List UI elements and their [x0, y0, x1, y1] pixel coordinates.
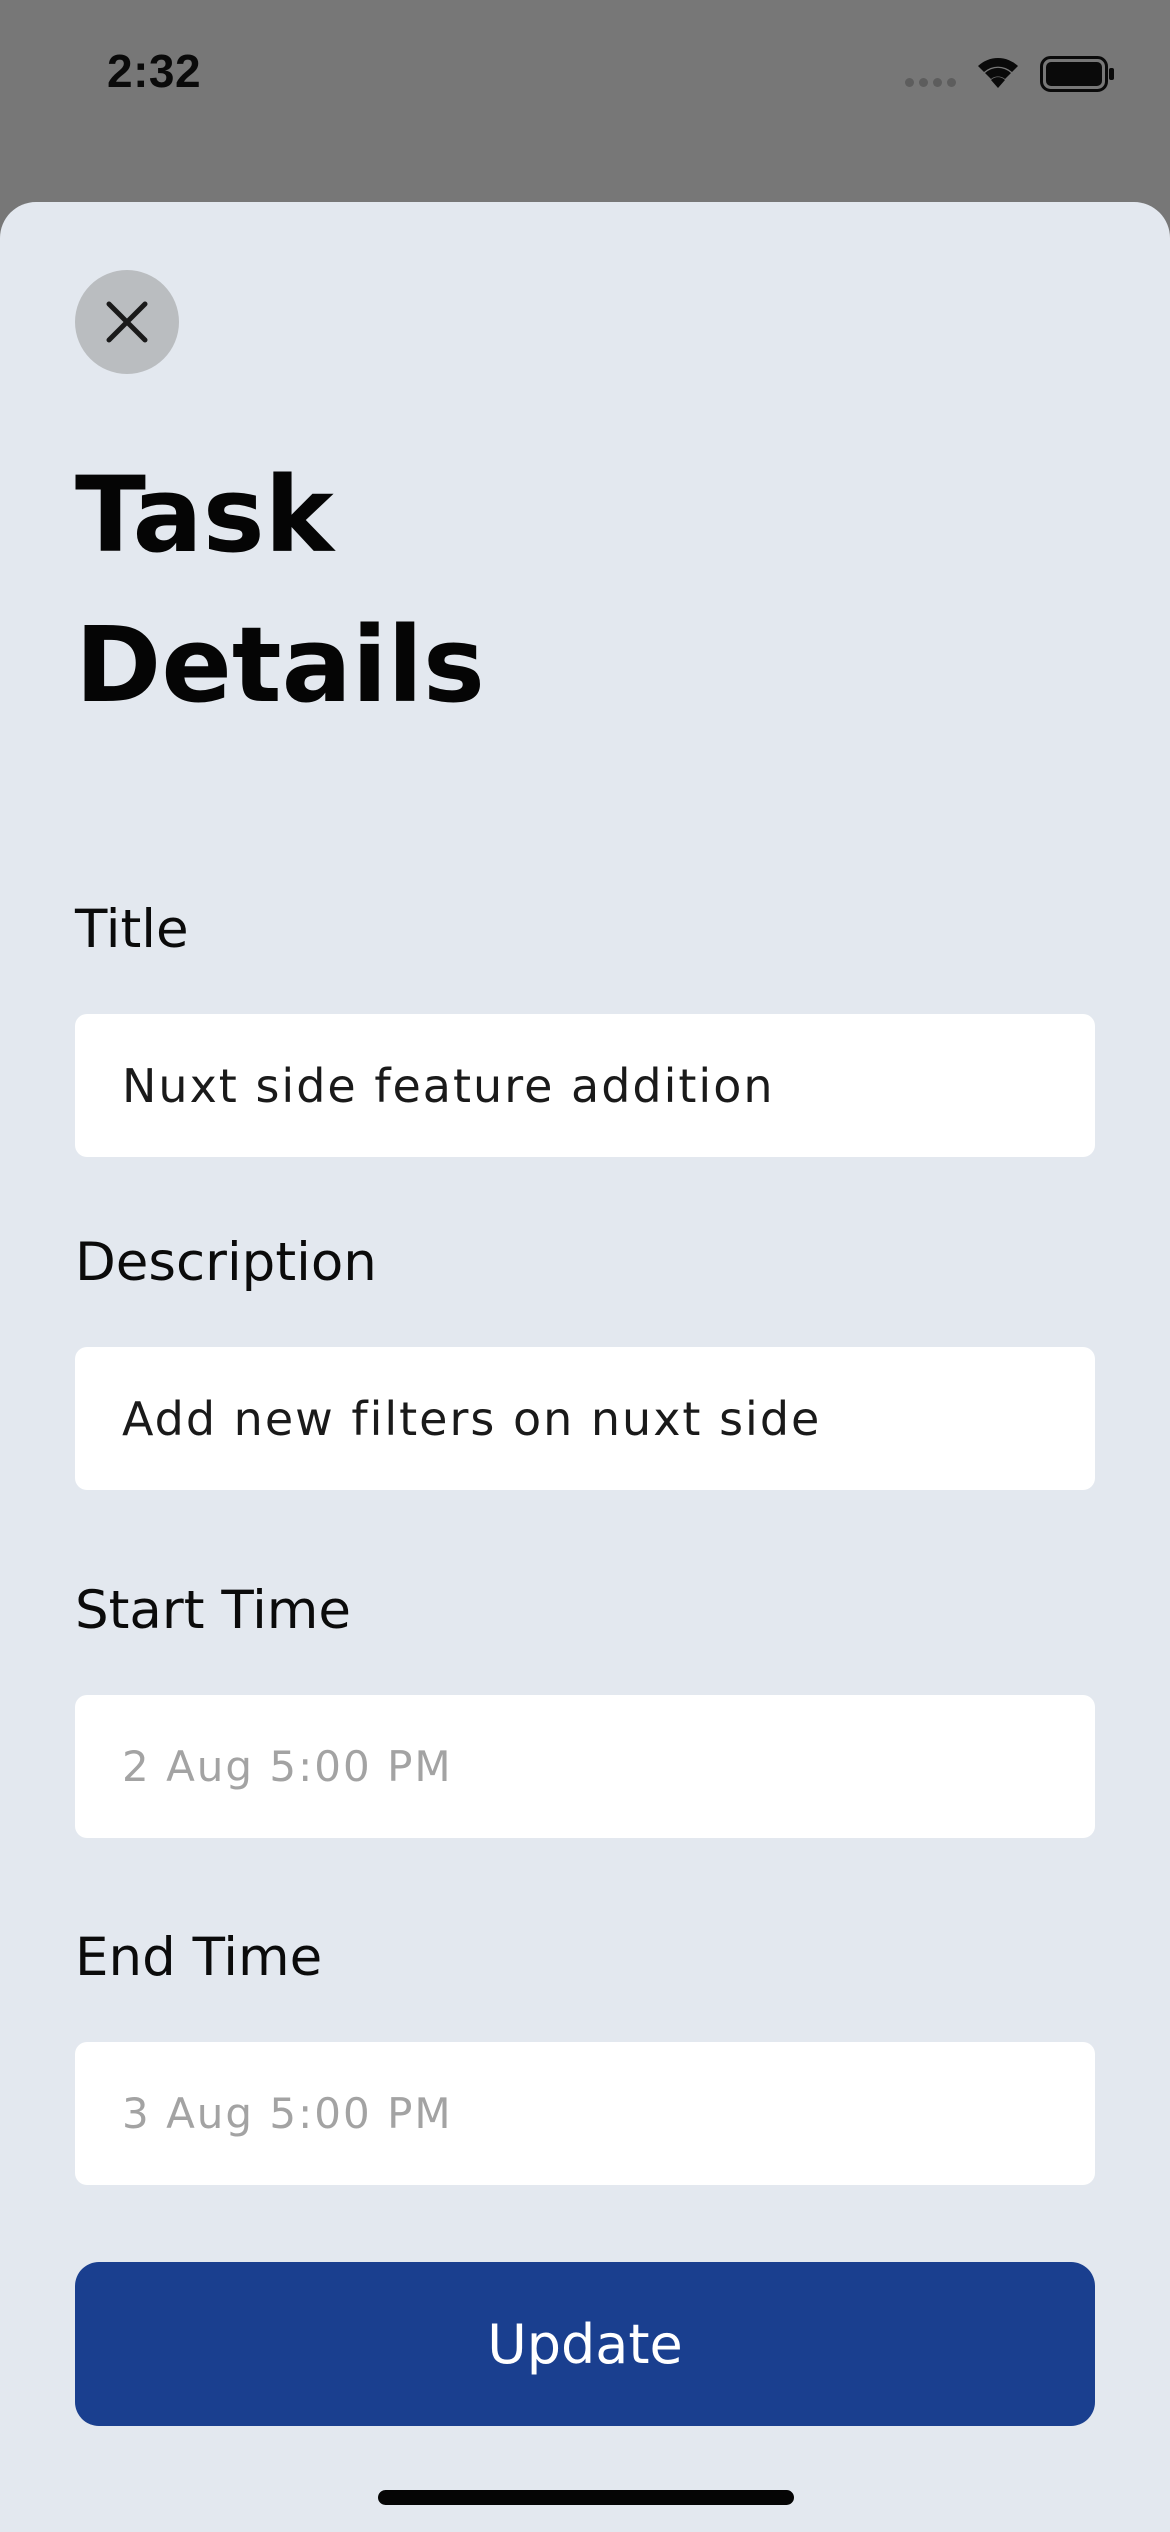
status-bar: 2:32: [0, 0, 1170, 150]
end-time-label: End Time: [75, 1927, 323, 1988]
page-title-line1: Task: [75, 454, 334, 576]
status-time: 2:32: [107, 45, 202, 97]
update-button[interactable]: Update: [75, 2262, 1095, 2426]
start-time-field[interactable]: 2 Aug 5:00 PM: [75, 1695, 1095, 1838]
end-time-field[interactable]: 3 Aug 5:00 PM: [75, 2042, 1095, 2185]
page-title: Task Details: [75, 440, 775, 740]
start-time-label: Start Time: [75, 1580, 352, 1641]
close-button[interactable]: [75, 270, 179, 374]
signal-icon: [905, 78, 956, 87]
home-indicator: [378, 2490, 794, 2505]
page-title-line2: Details: [75, 604, 485, 726]
wifi-icon: [978, 58, 1018, 88]
title-label: Title: [75, 899, 189, 960]
description-label: Description: [75, 1232, 377, 1293]
battery-icon: [1040, 56, 1114, 92]
close-icon: [106, 301, 148, 343]
description-field[interactable]: Add new filters on nuxt side: [75, 1347, 1095, 1490]
title-field[interactable]: Nuxt side feature addition: [75, 1014, 1095, 1157]
